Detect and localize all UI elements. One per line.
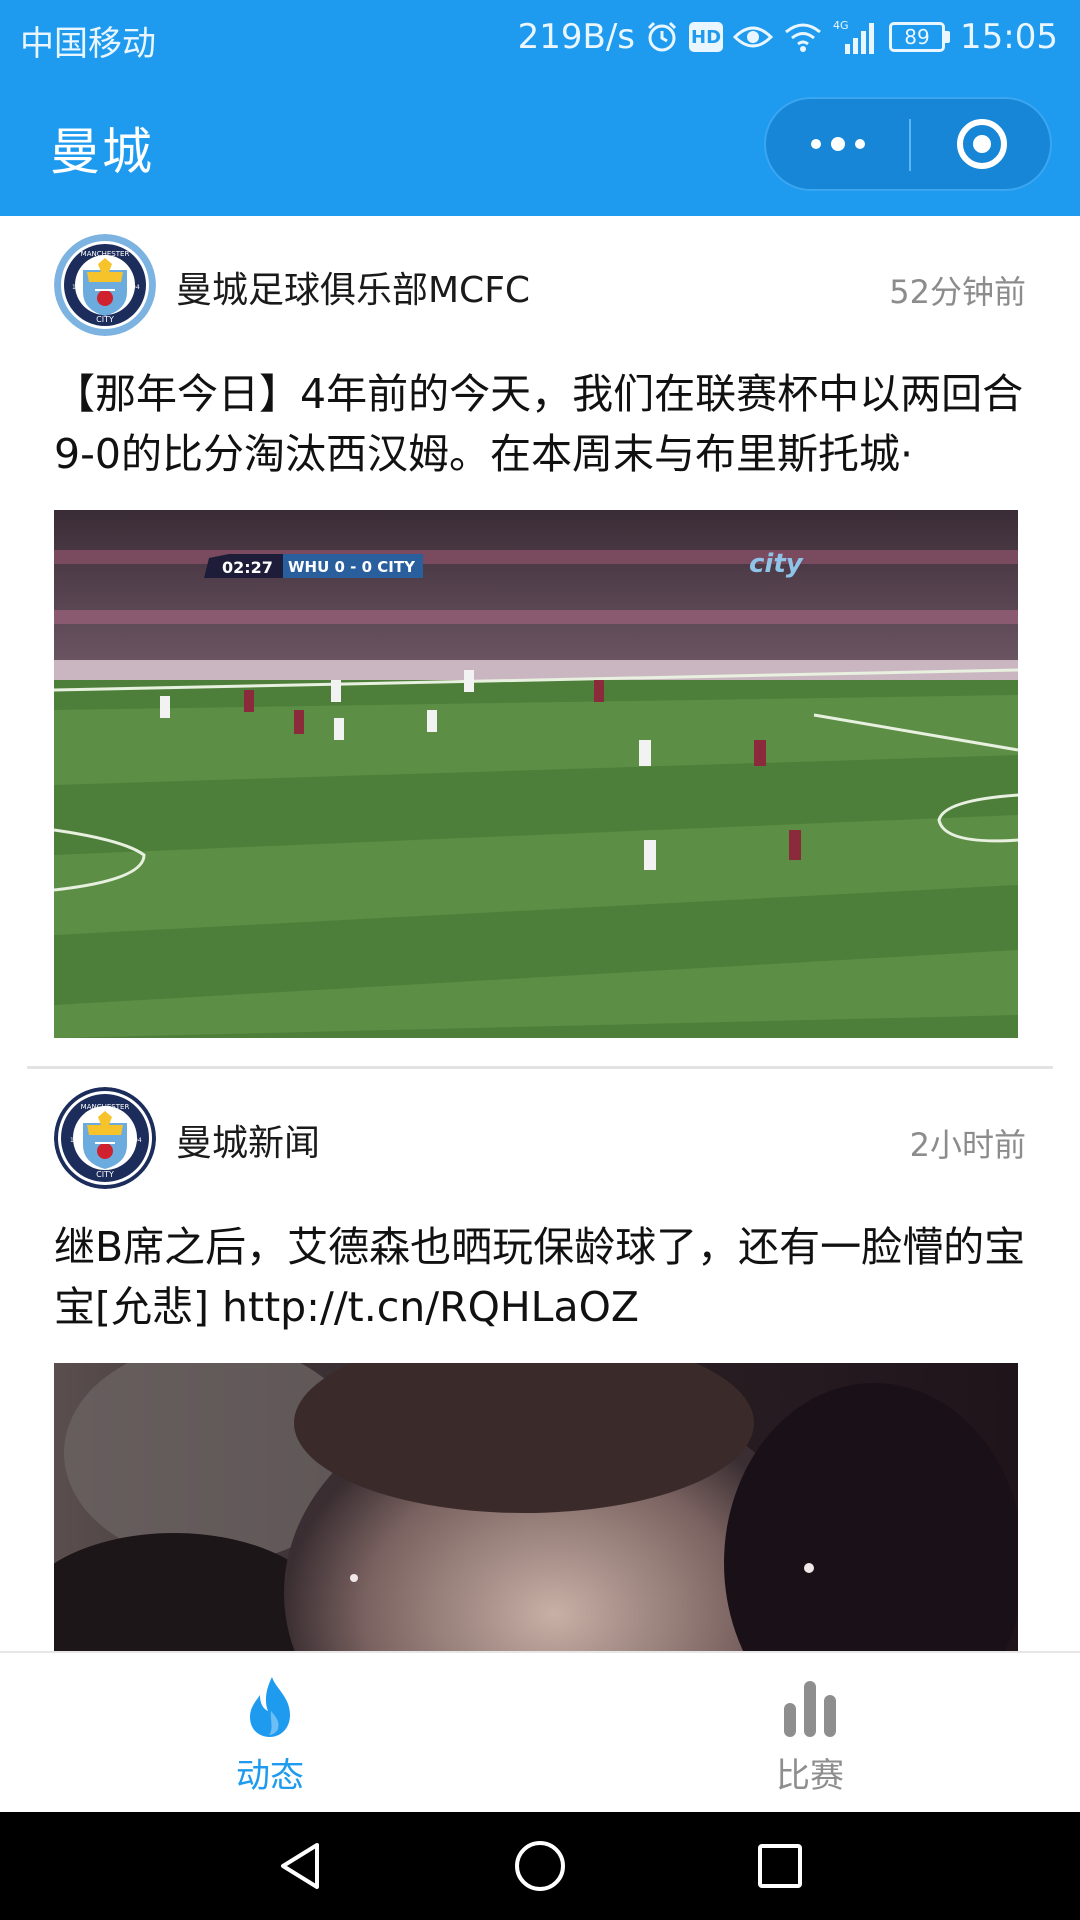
badge-top-text: MANCHESTER (81, 250, 130, 258)
post-author[interactable]: 曼城足球俱乐部MCFC (176, 261, 530, 313)
signal-type-label: 4G (833, 19, 849, 32)
recents-button[interactable] (720, 1812, 840, 1920)
back-icon (281, 1843, 319, 1889)
status-bar: 中国移动 219B/s HD 4G 89 15:05 (0, 0, 1080, 75)
top-bar: 中国移动 219B/s HD 4G 89 15:05 曼城 (0, 0, 1080, 216)
net-speed: 219B/s (517, 17, 636, 57)
alarm-icon (645, 20, 679, 54)
badge-year-right: 94 (134, 1137, 142, 1144)
home-icon (515, 1841, 565, 1891)
badge-bottom-text: CITY (96, 315, 114, 324)
badge-year-left: 18 (70, 1137, 78, 1144)
post-photo[interactable] (54, 1363, 1018, 1651)
bottom-tab-bar: 动态 比赛 (0, 1651, 1080, 1812)
post-author[interactable]: 曼城新闻 (176, 1114, 320, 1166)
page-title: 曼城 (50, 123, 154, 181)
clock: 15:05 (960, 17, 1058, 57)
post-time: 52分钟前 (889, 273, 1026, 311)
post-time: 2小时前 (909, 1126, 1026, 1164)
signal-icon: 4G (833, 18, 879, 56)
target-close-icon (956, 119, 1007, 169)
badge-year-right: 94 (132, 284, 140, 291)
back-button[interactable] (240, 1812, 360, 1920)
feed-post[interactable]: MANCHESTER CITY 18 94 曼城新闻 2小时前 继B席之后，艾德… (0, 1069, 1080, 1651)
status-icons: 219B/s HD 4G 89 15:05 (518, 12, 1058, 62)
hd-icon: HD (689, 22, 724, 52)
tab-matches[interactable]: 比赛 (540, 1653, 1080, 1814)
app-screen: 中国移动 219B/s HD 4G 89 15:05 曼城 MANCHESTER… (0, 0, 1080, 1920)
scoreboard-time: 02:27 (222, 558, 273, 577)
home-button[interactable] (480, 1812, 600, 1920)
eye-icon (733, 22, 774, 52)
system-navigation-bar (0, 1812, 1080, 1920)
battery-level: 89 (889, 22, 946, 52)
football-match-image: 02:27 WHU 0 - 0 CITY city (54, 510, 1018, 1038)
city-watermark: city (749, 549, 804, 579)
feed-post[interactable]: MANCHESTER CITY 18 94 曼城足球俱乐部MCFC 52分钟前 … (0, 216, 1080, 1066)
more-dots-icon (810, 137, 865, 151)
scoreboard-score: WHU 0 - 0 CITY (288, 558, 416, 576)
feed-list[interactable]: MANCHESTER CITY 18 94 曼城足球俱乐部MCFC 52分钟前 … (0, 216, 1080, 1651)
flame-icon (250, 1677, 290, 1737)
close-button[interactable] (911, 99, 1052, 189)
mcfc-badge-icon: MANCHESTER CITY 18 94 (54, 234, 156, 336)
badge-year-left: 18 (72, 284, 80, 291)
tab-feed[interactable]: 动态 (0, 1653, 540, 1814)
carrier-name: 中国移动 (20, 24, 156, 64)
miniapp-capsule (764, 97, 1052, 191)
scoreboard-overlay: 02:27 WHU 0 - 0 CITY (204, 554, 423, 578)
avatar[interactable]: MANCHESTER CITY 18 94 (54, 234, 156, 336)
avatar[interactable]: MANCHESTER CITY 18 94 (54, 1087, 156, 1189)
badge-top-text: MANCHESTER (81, 1103, 130, 1111)
battery-icon: 89 (889, 22, 951, 52)
post-text[interactable]: 继B席之后，艾德森也晒玩保龄球了，还有一脸懵的宝宝[允悲] http://t.c… (54, 1217, 1034, 1337)
wifi-icon (783, 21, 823, 53)
post-video-thumbnail[interactable]: 02:27 WHU 0 - 0 CITY city (54, 510, 1018, 1038)
blurred-photo-image (54, 1363, 1018, 1651)
more-button[interactable] (766, 99, 909, 189)
mcfc-badge-icon: MANCHESTER CITY 18 94 (54, 1087, 156, 1189)
bar-chart-icon (784, 1681, 836, 1737)
tab-matches-label: 比赛 (776, 1756, 844, 1796)
recents-icon (758, 1844, 802, 1888)
badge-bottom-text: CITY (96, 1170, 114, 1179)
tab-feed-label: 动态 (236, 1756, 304, 1796)
post-text[interactable]: 【那年今日】4年前的今天，我们在联赛杯中以两回合9-0的比分淘汰西汉姆。在本周末… (54, 364, 1034, 484)
